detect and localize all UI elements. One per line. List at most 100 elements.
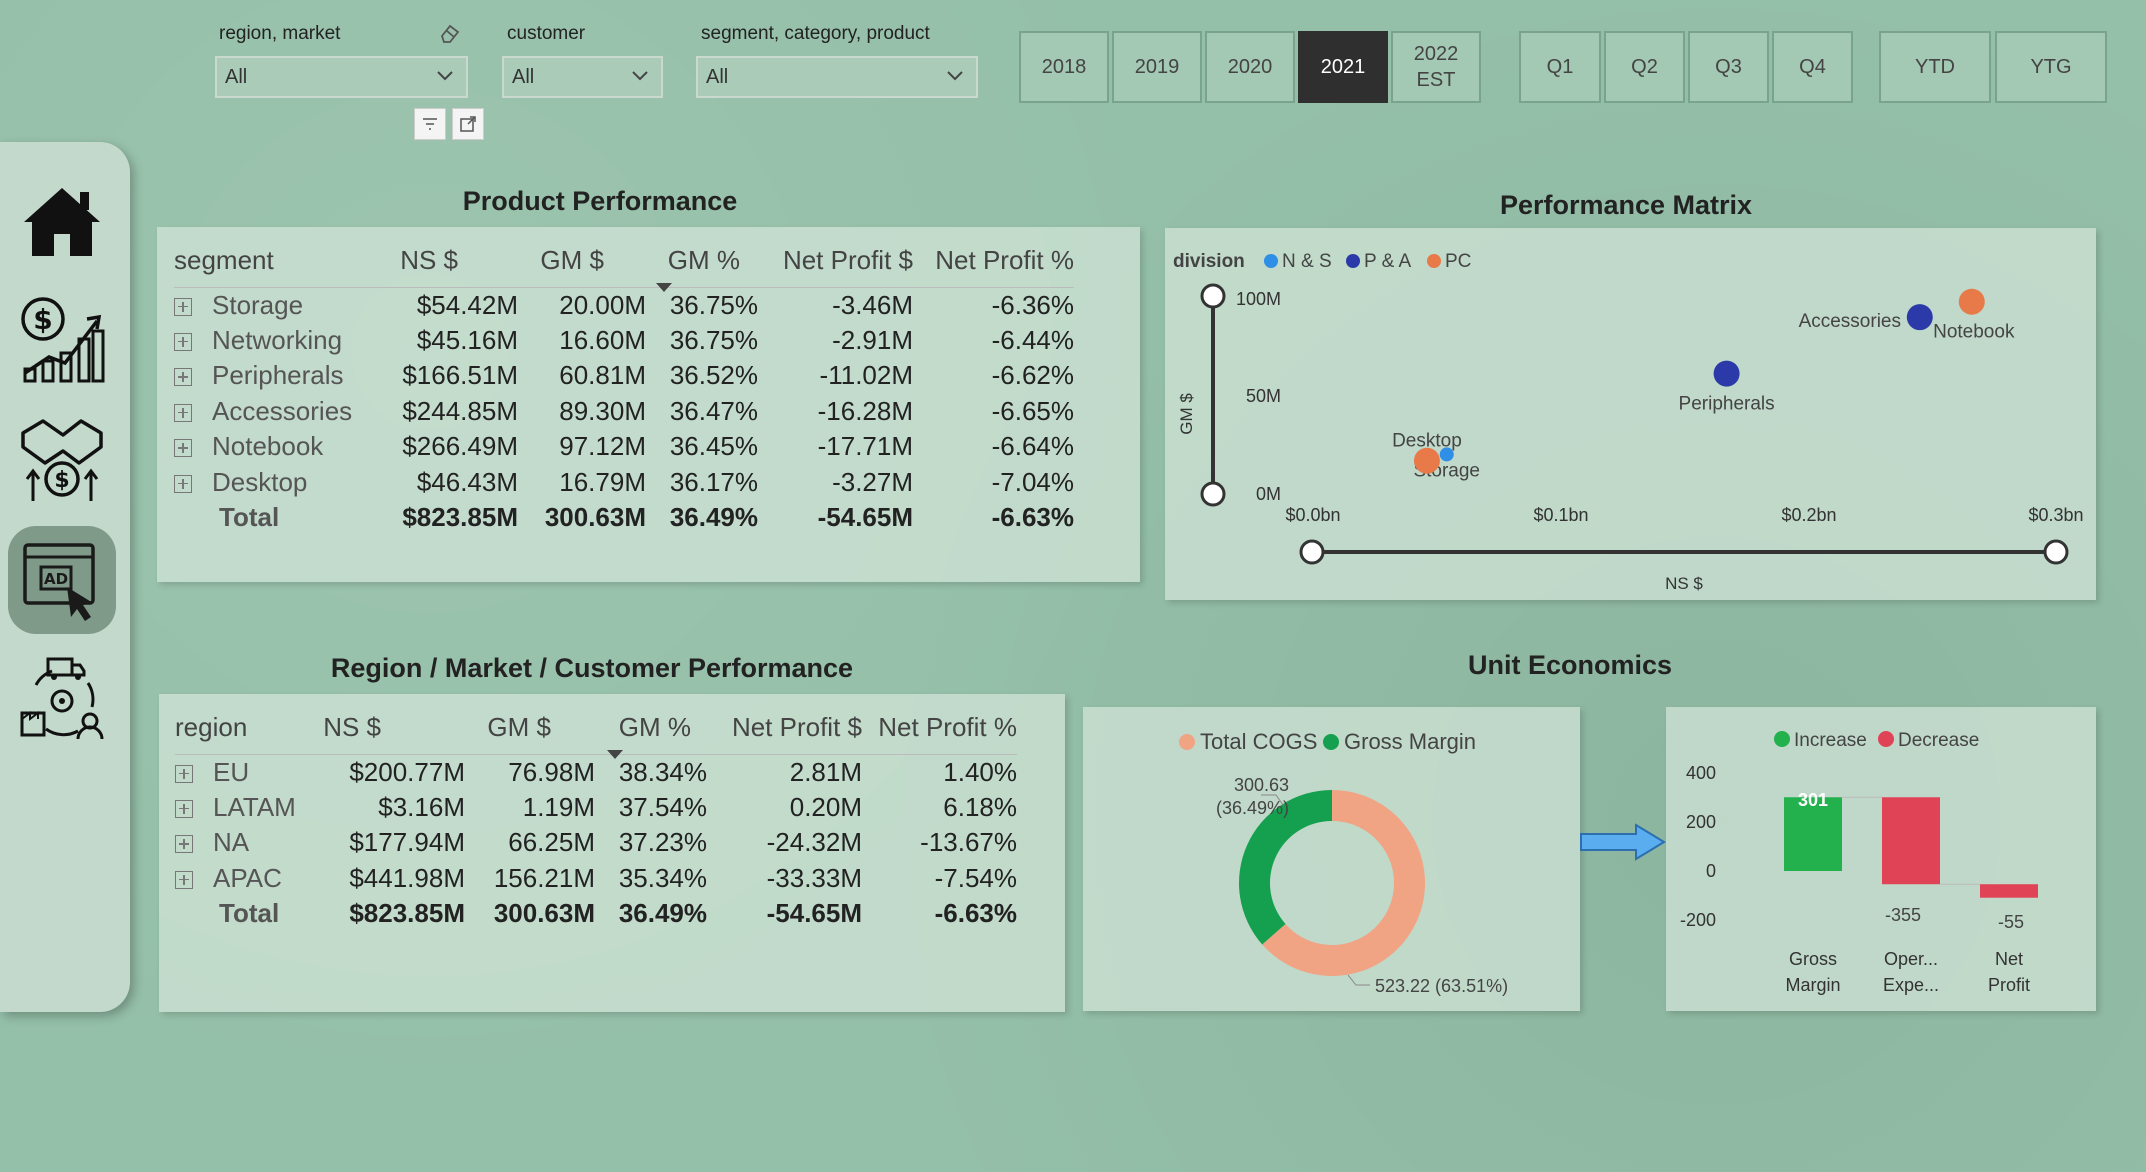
y-range-slider-min-handle[interactable] <box>1200 481 1226 507</box>
total-gm-pct: 36.49% <box>618 898 707 929</box>
quarter-button-q2[interactable]: Q2 <box>1604 31 1685 103</box>
quarter-button-q3[interactable]: Q3 <box>1688 31 1769 103</box>
customer-value: All <box>512 65 535 88</box>
legend-swatch-gross-margin <box>1323 734 1339 750</box>
y-tick-label: 50M <box>1246 386 1281 406</box>
nav-supply-chain[interactable] <box>8 644 116 752</box>
column-header-gm-pct[interactable]: GM % <box>595 702 707 759</box>
ytd-button[interactable]: YTD <box>1879 31 1991 103</box>
expand-icon[interactable] <box>175 870 193 889</box>
row-label: Networking <box>212 324 343 355</box>
cell-gm: 89.30M <box>559 395 646 426</box>
year-button-2018[interactable]: 2018 <box>1019 31 1109 103</box>
expand-icon[interactable] <box>175 764 193 783</box>
quarter-button-q4[interactable]: Q4 <box>1772 31 1853 103</box>
expand-icon[interactable] <box>174 439 192 458</box>
x-category-label: Net <box>1995 949 2023 969</box>
legend-title: division <box>1173 251 1245 272</box>
gross-margin-value-label: 300.63 <box>1234 775 1289 795</box>
column-header-net-profit[interactable]: Net Profit $ <box>758 235 913 287</box>
focus-mode-icon[interactable] <box>452 108 484 140</box>
column-header-net-profit[interactable]: Net Profit $ <box>707 702 862 754</box>
y-range-slider-max-handle[interactable] <box>1200 283 1226 309</box>
row-label: Accessories <box>212 395 353 426</box>
region-performance-panel: region NS $ GM $ GM % Net Profit $ Net P… <box>159 694 1065 1012</box>
column-header-gm[interactable]: GM $ <box>465 702 595 754</box>
region-market-dropdown[interactable]: All <box>215 56 468 98</box>
filter-icon[interactable] <box>414 108 446 140</box>
legend-label-total-cogs: Total COGS <box>1200 729 1317 754</box>
y-tick-label: 200 <box>1686 812 1716 832</box>
total-label: Total <box>219 898 280 929</box>
cell-ns: $441.98M <box>349 862 465 893</box>
product-performance-panel: segment NS $ GM $ GM % Net Profit $ Net … <box>157 227 1140 582</box>
segment-dropdown[interactable]: All <box>696 56 978 98</box>
table-row[interactable]: LATAM $3.16M 1.19M 37.54% 0.20M 6.18% <box>175 790 1017 826</box>
waterfall-bar-2[interactable] <box>1882 797 1940 885</box>
year-button-2022-est[interactable]: 2022 EST <box>1391 31 1481 103</box>
table-row[interactable]: Storage $54.42M 20.00M 36.75% -3.46M -6.… <box>174 287 1074 323</box>
cell-gm-pct: 36.75% <box>669 324 758 355</box>
total-gm: 300.63M <box>544 502 646 533</box>
scatter-point-notebook[interactable] <box>1958 288 1985 315</box>
x-range-slider-min-handle[interactable] <box>1299 539 1325 565</box>
expand-icon[interactable] <box>175 835 193 854</box>
total-ns: $823.85M <box>349 898 465 929</box>
expand-icon[interactable] <box>174 474 192 493</box>
expand-icon[interactable] <box>174 368 192 387</box>
table-row[interactable]: NA $177.94M 66.25M 37.23% -24.32M -13.67… <box>175 825 1017 861</box>
row-label: Storage <box>212 289 304 320</box>
column-header-gm[interactable]: GM $ <box>518 235 646 287</box>
table-row[interactable]: APAC $441.98M 156.21M 35.34% -33.33M -7.… <box>175 861 1017 897</box>
table-row[interactable]: Networking $45.16M 16.60M 36.75% -2.91M … <box>174 323 1074 359</box>
eraser-icon[interactable] <box>438 22 462 44</box>
y-axis-label: GM $ <box>1177 393 1196 435</box>
product-performance-title: Product Performance <box>462 186 738 216</box>
chevron-down-icon <box>632 71 648 81</box>
performance-matrix-chart: division N & S P & A PC GM $ 100M 50M 0M… <box>1173 251 2084 593</box>
column-header-net-profit-pct[interactable]: Net Profit % <box>862 702 1017 754</box>
bar-value-label: 301 <box>1798 790 1828 810</box>
column-header-gm-pct[interactable]: GM % <box>646 235 758 292</box>
table-row[interactable]: Desktop $46.43M 16.79M 36.17% -3.27M -7.… <box>174 465 1074 501</box>
cell-net-profit: -33.33M <box>766 862 862 893</box>
x-range-slider-max-handle[interactable] <box>2043 539 2069 565</box>
nav-marketing[interactable]: AD <box>8 526 116 634</box>
column-header-segment[interactable]: segment <box>174 235 384 287</box>
table-row[interactable]: Accessories $244.85M 89.30M 36.47% -16.2… <box>174 394 1074 430</box>
region-performance-title: Region / Market / Customer Performance <box>330 653 854 683</box>
column-header-ns[interactable]: NS $ <box>384 235 518 287</box>
cell-ns: $46.43M <box>416 466 518 497</box>
year-button-2020[interactable]: 2020 <box>1205 31 1295 103</box>
waterfall-bar-3[interactable] <box>1980 884 2038 898</box>
expand-icon[interactable] <box>174 332 192 351</box>
customer-dropdown[interactable]: All <box>502 56 663 98</box>
table-row[interactable]: Peripherals $166.51M 60.81M 36.52% -11.0… <box>174 358 1074 394</box>
total-cogs-value-label: 523.22 (63.51%) <box>1375 976 1508 996</box>
expand-icon[interactable] <box>174 297 192 316</box>
column-header-net-profit-pct[interactable]: Net Profit % <box>913 235 1074 287</box>
total-net-profit: -54.65M <box>817 502 913 533</box>
column-header-region[interactable]: region <box>175 702 310 754</box>
cell-net-profit: -11.02M <box>819 360 913 391</box>
nav-home[interactable] <box>8 168 116 276</box>
cell-net-profit-pct: -6.62% <box>991 360 1074 391</box>
nav-sales[interactable]: $ <box>8 404 116 512</box>
expand-icon[interactable] <box>174 403 192 422</box>
column-header-ns[interactable]: NS $ <box>310 702 465 754</box>
year-button-2019[interactable]: 2019 <box>1112 31 1202 103</box>
scatter-point-accessories[interactable] <box>1906 304 1933 331</box>
year-button-2021[interactable]: 2021 <box>1298 31 1388 103</box>
table-row[interactable]: EU $200.77M 76.98M 38.34% 2.81M 1.40% <box>175 754 1017 790</box>
scatter-point-peripherals[interactable] <box>1713 360 1740 387</box>
table-row[interactable]: Notebook $266.49M 97.12M 36.45% -17.71M … <box>174 429 1074 465</box>
ytg-button[interactable]: YTG <box>1995 31 2107 103</box>
sales-handshake-icon: $ <box>21 419 103 501</box>
cell-gm-pct: 37.54% <box>618 791 707 822</box>
legend-swatch-ns <box>1264 254 1278 268</box>
svg-text:$: $ <box>54 468 69 493</box>
expand-icon[interactable] <box>175 799 193 818</box>
quarter-button-q1[interactable]: Q1 <box>1519 31 1601 103</box>
legend-label-gross-margin: Gross Margin <box>1344 729 1476 754</box>
nav-finance[interactable]: $ <box>8 284 116 392</box>
